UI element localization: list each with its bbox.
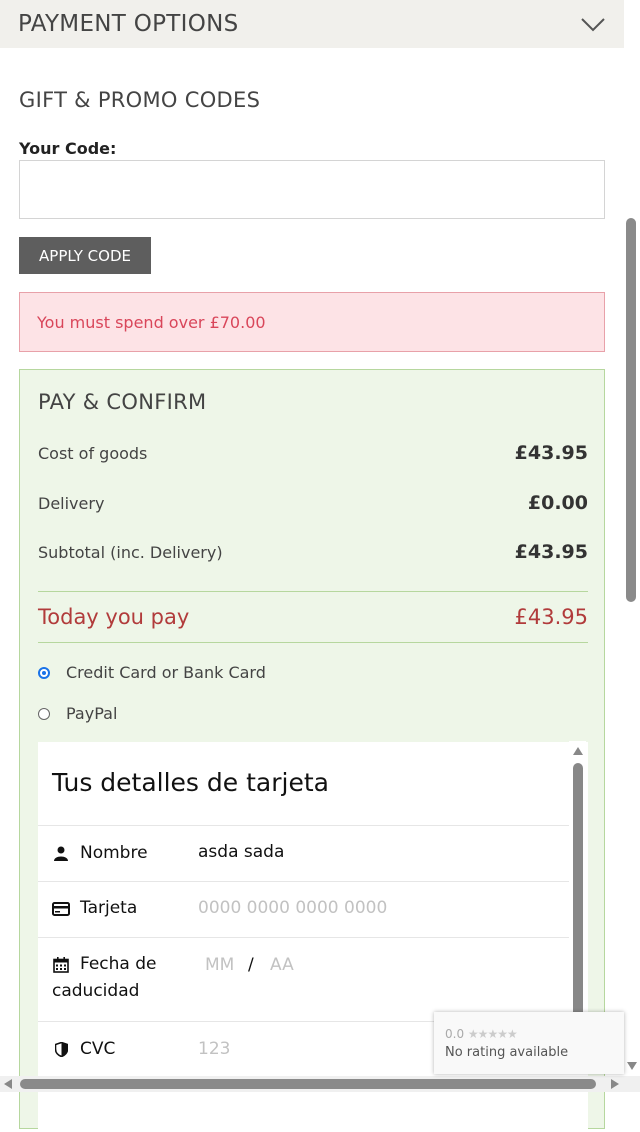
promo-error-message: You must spend over £70.00 — [19, 292, 605, 352]
pay-confirm-title: PAY & CONFIRM — [38, 390, 207, 414]
expiry-label-line1: Fecha de — [80, 954, 157, 974]
name-label: Nombre — [80, 843, 148, 863]
horizontal-scroll-thumb[interactable] — [20, 1079, 596, 1089]
cvc-label-group: CVC — [52, 1036, 115, 1063]
payment-options-title: PAYMENT OPTIONS — [18, 11, 239, 37]
delivery-label: Delivery — [38, 493, 105, 513]
rating-score: 0.0 — [445, 1027, 465, 1041]
card-label: Tarjeta — [80, 898, 138, 918]
divider — [38, 591, 588, 592]
card-radio[interactable] — [38, 666, 50, 679]
expiry-month-input[interactable]: MM — [205, 955, 234, 975]
scroll-right-arrow-icon[interactable] — [611, 1079, 619, 1089]
cvc-input[interactable]: 123 — [198, 1039, 230, 1059]
payment-options-header[interactable]: PAYMENT OPTIONS — [0, 0, 624, 48]
shield-icon — [52, 1036, 70, 1063]
expiry-row[interactable]: Fecha de caducidad MM / AA — [38, 937, 571, 1022]
gift-promo-title: GIFT & PROMO CODES — [19, 88, 261, 112]
today-you-pay-value: £43.95 — [514, 605, 588, 629]
promo-code-input[interactable] — [19, 160, 605, 219]
your-code-label: Your Code: — [19, 139, 117, 158]
promo-error-text: You must spend over £70.00 — [37, 312, 266, 332]
expiry-label-line2: caducidad — [52, 981, 140, 1001]
calendar-icon — [52, 951, 70, 978]
payment-method-card[interactable]: Credit Card or Bank Card — [38, 663, 266, 682]
credit-card-icon — [52, 895, 70, 922]
cost-of-goods-label: Cost of goods — [38, 443, 148, 463]
rating-stars-icon: ★★★★★ — [467, 1027, 518, 1041]
expiry-year-input[interactable]: AA — [270, 955, 294, 975]
today-you-pay-row: Today you pay £43.95 — [38, 605, 588, 629]
subtotal-value: £43.95 — [514, 541, 588, 563]
card-radio-label[interactable]: Credit Card or Bank Card — [66, 663, 266, 682]
expiry-separator: / — [248, 955, 254, 975]
cvc-label: CVC — [80, 1039, 116, 1059]
paypal-radio[interactable] — [38, 707, 50, 720]
scroll-down-arrow-icon[interactable] — [627, 1062, 637, 1070]
delivery-value: £0.00 — [527, 492, 588, 514]
card-details-title: Tus detalles de tarjeta — [52, 768, 329, 797]
name-label-group: Nombre — [52, 840, 148, 867]
page-scroll-thumb[interactable] — [626, 218, 636, 602]
rating-score-line: 0.0 ★★★★★ — [445, 1027, 518, 1041]
apply-code-button[interactable]: APPLY CODE — [19, 237, 151, 274]
card-number-input[interactable]: 0000 0000 0000 0000 — [198, 898, 387, 918]
scroll-left-arrow-icon[interactable] — [4, 1079, 12, 1089]
cost-of-goods-value: £43.95 — [514, 442, 588, 464]
user-icon — [52, 840, 70, 867]
payment-method-paypal[interactable]: PayPal — [38, 704, 117, 723]
expiry-label-group: Fecha de caducidad — [52, 951, 157, 1005]
name-row[interactable]: Nombre asda sada — [38, 825, 571, 882]
card-frame-scroll-thumb[interactable] — [573, 763, 583, 1018]
paypal-radio-label[interactable]: PayPal — [66, 704, 117, 723]
subtotal-row: Subtotal (inc. Delivery) £43.95 — [38, 541, 588, 563]
subtotal-label: Subtotal (inc. Delivery) — [38, 542, 223, 562]
delivery-row: Delivery £0.00 — [38, 492, 588, 514]
today-you-pay-label: Today you pay — [38, 605, 190, 629]
name-input[interactable]: asda sada — [198, 842, 284, 862]
card-number-row[interactable]: Tarjeta 0000 0000 0000 0000 — [38, 881, 571, 938]
cost-of-goods-row: Cost of goods £43.95 — [38, 442, 588, 464]
card-label-group: Tarjeta — [52, 895, 137, 922]
chevron-down-icon[interactable] — [580, 14, 606, 34]
rating-badge[interactable]: 0.0 ★★★★★ No rating available — [434, 1012, 624, 1074]
rating-text: No rating available — [445, 1045, 569, 1060]
scroll-up-arrow-icon[interactable] — [573, 747, 583, 755]
divider — [38, 642, 588, 643]
